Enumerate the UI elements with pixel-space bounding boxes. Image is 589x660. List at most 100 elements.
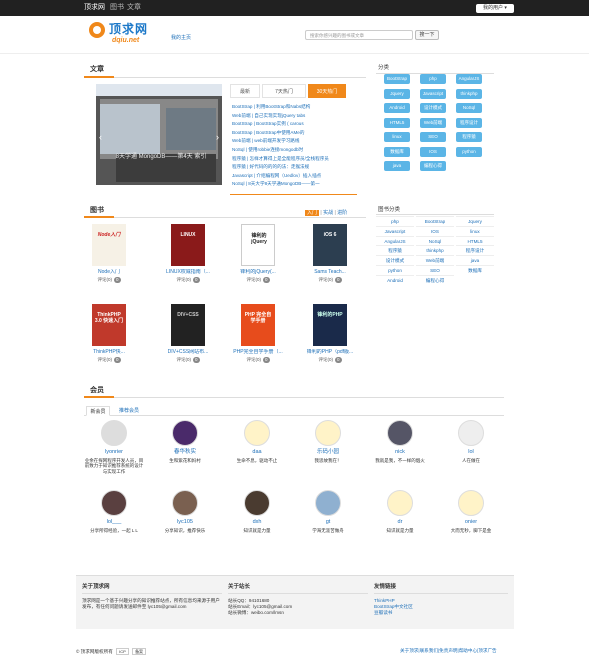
avatar[interactable] [172,490,198,516]
search-button[interactable]: 搜一下 [415,30,439,40]
article-link[interactable]: Web前端 | 自己实现实现jQuery tabs [232,113,357,122]
bottom-links[interactable]: 关于顶求|联系我们|免责声明|帮助中心|顶求广告 [400,648,497,654]
tab-recommended-members[interactable]: 推荐会员 [114,406,144,416]
book-card[interactable]: PHP 完全自学手册 PHP完全自学手册（... 评论(0) 0 [232,304,284,363]
category-button[interactable]: java [384,161,410,171]
category-button[interactable]: IOS [420,146,446,157]
member-card[interactable]: 春华秋实 生和紫花和妈村 [155,420,215,463]
book-card[interactable]: Node入门 Node入门 评论(0) 0 [83,224,135,283]
book-card[interactable]: DIV+CSS DIV+CSS网站布... 评论(0) 0 [162,304,214,363]
category-button[interactable]: BootStrap [384,74,410,84]
chevron-right-icon[interactable]: › [216,132,219,143]
filter-practice[interactable]: 实战 [323,210,333,216]
tab-30day-hot[interactable]: 30天热门 [308,84,346,98]
member-name-link[interactable]: onier [441,519,501,526]
category-button[interactable]: linux [384,132,410,142]
avatar[interactable] [101,490,127,516]
book-tag-link[interactable]: Android [376,274,414,285]
book-tag-link[interactable]: Web前端 [416,255,454,265]
user-menu-button[interactable]: 我的用户 ▾ [476,4,514,13]
book-card[interactable]: LINUX LINUX权威指南（... 评论(0) 0 [162,224,214,283]
member-name-link[interactable]: gt [298,519,358,526]
book-card[interactable]: iOS 6 Sams Teach... 评论(0) 0 [304,224,356,283]
avatar[interactable] [244,490,270,516]
member-name-link[interactable]: daa [227,449,287,456]
category-button[interactable]: php [420,74,446,84]
category-button[interactable]: 编程心得 [420,161,446,171]
member-name-link[interactable]: 乐码小园 [298,449,358,456]
book-tag-link[interactable]: 程序猿 [376,245,414,255]
avatar[interactable] [387,490,413,516]
member-card[interactable]: dxh 知识就是力量 [227,490,287,533]
article-link[interactable]: BootStrap | 利用BootStrap和Nabs结构 [232,104,357,113]
member-name-link[interactable]: lyonrier [84,449,144,456]
member-card[interactable]: lol___ 分享所得经验，一起 L L [84,490,144,533]
member-name-link[interactable]: dxh [227,519,287,526]
footer-link[interactable]: BootStrap中文社区 [374,604,413,609]
category-button[interactable]: SEO [420,132,446,142]
article-link[interactable]: Javascript | 介绍编程网（Uedlov）插入插点 [232,173,357,182]
book-title-link[interactable]: ThinkPHP快... [83,349,135,355]
filter-advanced[interactable]: 进阶 [337,210,347,216]
footer-link[interactable]: 豆瓣读书 [374,610,392,615]
category-button[interactable]: 设计模式 [420,103,446,113]
article-carousel[interactable]: 8天学通 MongoDB——第4天 索引 ‹ › [96,84,222,185]
chevron-left-icon[interactable]: ‹ [99,132,102,143]
article-link[interactable]: 程序猿 | 好代码的的的的法：走猴法规 [232,164,357,173]
book-tag-link[interactable]: NoSql [416,235,454,246]
category-button[interactable]: 程序猿 [456,132,482,142]
category-button[interactable]: Javascript [420,88,446,99]
book-tag-link[interactable]: 设计模式 [376,255,414,265]
book-title-link[interactable]: 锋利的PHP（pdf版... [304,349,356,355]
member-name-link[interactable]: 春华秋实 [155,449,215,456]
book-cover[interactable]: 锋利的PHP [313,304,347,346]
article-link[interactable]: 程序猿 | 怎样才算得上是全能程序员/全栈程序员 [232,156,357,165]
book-title-link[interactable]: DIV+CSS网站布... [162,349,214,355]
book-cover[interactable]: 锋利的jQuery [241,224,275,266]
tab-new-members[interactable]: 新会员 [86,406,110,416]
category-button[interactable]: AngularJS [456,74,482,84]
article-link[interactable]: Web前端 | web前端开发学习路线 [232,138,357,147]
avatar[interactable] [244,420,270,446]
book-cover[interactable]: Node入门 [92,224,126,266]
category-button[interactable]: thinkphp [456,88,482,99]
book-tag-link[interactable]: SEO [416,265,454,275]
search-input[interactable]: 搜索你感兴趣的图书或文章 [305,30,413,40]
category-button[interactable]: python [456,146,482,157]
book-title-link[interactable]: Sams Teach... [304,269,356,275]
book-tag-link[interactable]: HTML5 [456,235,494,246]
book-tag-link[interactable]: linux [456,225,494,236]
member-card[interactable]: lyonrier 业余在探网程序开发人员，目前致力于知识推荐系统的设计与实现工作 [84,420,144,474]
book-cover[interactable]: iOS 6 [313,224,347,266]
brand-link[interactable]: 顶求网 [84,4,105,13]
book-tag-link[interactable]: php [376,216,414,226]
member-card[interactable]: 乐码小园 我思故我在！ [298,420,358,463]
article-link[interactable]: NoSql | 8天大学8天学通MongoDB——第一 [232,181,357,190]
avatar[interactable] [458,490,484,516]
category-button[interactable]: 程序设计 [456,117,482,128]
member-card[interactable]: lyc105 分享知识，推荐快乐 [155,490,215,533]
member-card[interactable]: onier 大而无秒，脚下是金 [441,490,501,533]
book-tag-link[interactable]: 程序设计 [456,245,494,255]
category-button[interactable]: 数据库 [384,146,410,157]
category-button[interactable]: Web前端 [420,117,446,128]
member-name-link[interactable]: nick [370,449,430,456]
book-cover[interactable]: PHP 完全自学手册 [241,304,275,346]
carousel-caption[interactable]: 8天学通 MongoDB——第4天 索引 [106,154,216,161]
member-name-link[interactable]: dr [370,519,430,526]
filter-beginner[interactable]: 入门 [305,210,320,216]
member-card[interactable]: lol 人在做在 [441,420,501,463]
member-name-link[interactable]: lyc105 [155,519,215,526]
book-card[interactable]: ThinkPHP 3.0 快速入门 ThinkPHP快... 评论(0) 0 [83,304,135,363]
book-title-link[interactable]: LINUX权威指南（... [162,269,214,275]
avatar[interactable] [458,420,484,446]
book-tag-link[interactable]: 编程心得 [416,274,454,285]
book-card[interactable]: 锋利的jQuery 锋利的jQuery(... 评论(0) 0 [232,224,284,283]
member-card[interactable]: dr 知识就是力量 [370,490,430,533]
category-button[interactable]: HTML5 [384,117,410,128]
book-cover[interactable]: LINUX [171,224,205,266]
book-tag-link[interactable]: BootStrap [416,216,454,226]
article-link[interactable]: BootStrap | BootStrap中使用AMe的 [232,130,357,139]
member-card[interactable]: daa 生命不息，驱动不止 [227,420,287,463]
logo-icon[interactable] [89,22,105,38]
